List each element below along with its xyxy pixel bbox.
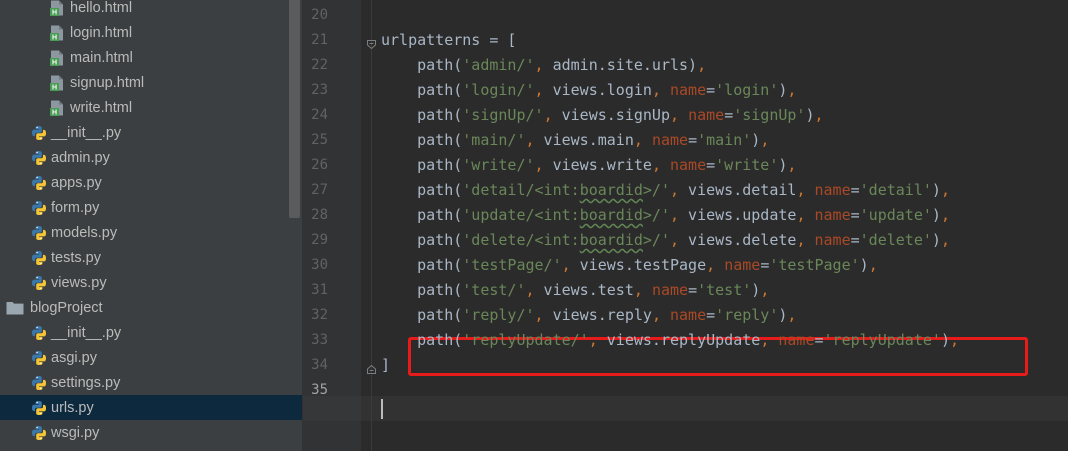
- fold-marker-icon[interactable]: [367, 361, 376, 374]
- line-number: 23: [311, 82, 328, 98]
- folder-icon: [6, 301, 24, 315]
- python-file-icon: [31, 350, 47, 366]
- html-file-icon: H: [50, 100, 66, 116]
- code-line[interactable]: path('login/', views.login, name='login'…: [381, 78, 796, 103]
- line-number: 35: [311, 382, 328, 398]
- tree-item-label: tests.py: [51, 249, 101, 266]
- line-number: 26: [311, 157, 328, 173]
- tree-item-label: login.html: [70, 24, 133, 41]
- tree-item-label: views.py: [51, 274, 107, 291]
- tree-item-label: __init__.py: [51, 324, 122, 341]
- line-number: 32: [311, 307, 328, 323]
- code-line[interactable]: path('testPage/', views.testPage, name='…: [381, 253, 878, 278]
- python-file-icon: [31, 325, 47, 341]
- line-number: 20: [311, 7, 328, 23]
- python-file-icon: [31, 200, 47, 216]
- line-number: 22: [311, 57, 328, 73]
- fold-marker-icon[interactable]: [367, 36, 376, 50]
- tree-folder-item[interactable]: blogProject: [0, 295, 302, 320]
- gutter-separator: [371, 0, 372, 451]
- tree-file-item[interactable]: admin.py: [0, 145, 302, 170]
- tree-item-label: admin.py: [51, 149, 110, 166]
- tree-scrollbar[interactable]: [289, 0, 300, 218]
- tree-file-item[interactable]: wsgi.py: [0, 420, 302, 445]
- python-file-icon: [31, 125, 47, 141]
- code-line[interactable]: ]: [381, 353, 390, 378]
- tree-item-label: __init__.py: [51, 124, 122, 141]
- python-file-icon: [31, 250, 47, 266]
- python-file-icon: [31, 225, 47, 241]
- tree-file-item[interactable]: form.py: [0, 195, 302, 220]
- code-line[interactable]: path('write/', views.write, name='write'…: [381, 153, 796, 178]
- tree-file-item[interactable]: tests.py: [0, 245, 302, 270]
- current-line-highlight: [303, 396, 1068, 421]
- python-file-icon: [31, 275, 47, 291]
- tree-item-label: signup.html: [70, 74, 145, 91]
- tree-item-label: main.html: [70, 49, 133, 66]
- svg-text:H: H: [52, 9, 57, 15]
- code-line[interactable]: path('replyUpdate/', views.replyUpdate, …: [381, 328, 959, 353]
- code-line[interactable]: path('update/<int:boardid>/', views.upda…: [381, 203, 950, 228]
- html-file-icon: H: [50, 50, 66, 66]
- tree-file-item[interactable]: __init__.py: [0, 120, 302, 145]
- tree-item-label: asgi.py: [51, 349, 97, 366]
- tree-file-item[interactable]: Hlogin.html: [0, 20, 302, 45]
- tree-file-item[interactable]: views.py: [0, 270, 302, 295]
- line-number: 28: [311, 207, 328, 223]
- line-number: 30: [311, 257, 328, 273]
- line-number: 29: [311, 232, 328, 248]
- svg-text:H: H: [52, 59, 57, 65]
- tree-file-item[interactable]: __init__.py: [0, 320, 302, 345]
- svg-text:H: H: [52, 34, 57, 40]
- code-line[interactable]: path('reply/', views.reply, name='reply'…: [381, 303, 796, 328]
- tree-item-label: write.html: [70, 99, 133, 116]
- code-line[interactable]: urlpatterns = [: [381, 28, 516, 53]
- tree-file-item[interactable]: Hhello.html: [0, 0, 302, 20]
- line-number: 21: [311, 32, 328, 48]
- svg-text:H: H: [52, 109, 57, 115]
- python-file-icon: [31, 150, 47, 166]
- line-number: 24: [311, 107, 328, 123]
- tree-file-item[interactable]: apps.py: [0, 170, 302, 195]
- text-caret: [381, 399, 383, 419]
- tree-file-item[interactable]: Hsignup.html: [0, 70, 302, 95]
- svg-text:H: H: [52, 84, 57, 90]
- tree-item-label: form.py: [51, 199, 100, 216]
- code-line[interactable]: path('detail/<int:boardid>/', views.deta…: [381, 178, 950, 203]
- tree-item-label: blogProject: [30, 299, 103, 316]
- line-number: 25: [311, 132, 328, 148]
- tree-file-item[interactable]: urls.py: [0, 395, 302, 420]
- html-file-icon: H: [50, 25, 66, 41]
- tree-item-label: models.py: [51, 224, 118, 241]
- html-file-icon: H: [50, 0, 66, 16]
- tree-file-item[interactable]: asgi.py: [0, 345, 302, 370]
- code-line[interactable]: path('admin/', admin.site.urls),: [381, 53, 706, 78]
- tree-item-label: urls.py: [51, 399, 94, 416]
- line-number: 31: [311, 282, 328, 298]
- tree-item-label: apps.py: [51, 174, 102, 191]
- code-line[interactable]: path('signUp/', views.signUp, name='sign…: [381, 103, 823, 128]
- code-line[interactable]: path('delete/<int:boardid>/', views.dele…: [381, 228, 950, 253]
- python-file-icon: [31, 375, 47, 391]
- html-file-icon: H: [50, 75, 66, 91]
- python-file-icon: [31, 400, 47, 416]
- line-number: 34: [311, 357, 328, 373]
- tree-item-label: hello.html: [70, 0, 133, 16]
- python-file-icon: [31, 175, 47, 191]
- tree-file-item[interactable]: models.py: [0, 220, 302, 245]
- tree-file-item[interactable]: Hmain.html: [0, 45, 302, 70]
- line-number: 27: [311, 182, 328, 198]
- tree-file-item[interactable]: Hwrite.html: [0, 95, 302, 120]
- tree-item-label: wsgi.py: [51, 424, 100, 441]
- python-file-icon: [31, 425, 47, 441]
- tree-item-label: settings.py: [51, 374, 121, 391]
- code-editor[interactable]: 20 21 urlpatterns = [ 22 path('admin/', adm…: [303, 0, 1068, 451]
- code-line[interactable]: path('test/', views.test, name='test'),: [381, 278, 769, 303]
- tree-file-item[interactable]: settings.py: [0, 370, 302, 395]
- code-line[interactable]: path('main/', views.main, name='main'),: [381, 128, 769, 153]
- project-tree-panel: Hhello.html Hlogin.html Hmain.html Hsignup.…: [0, 0, 302, 451]
- line-number: 33: [311, 332, 328, 348]
